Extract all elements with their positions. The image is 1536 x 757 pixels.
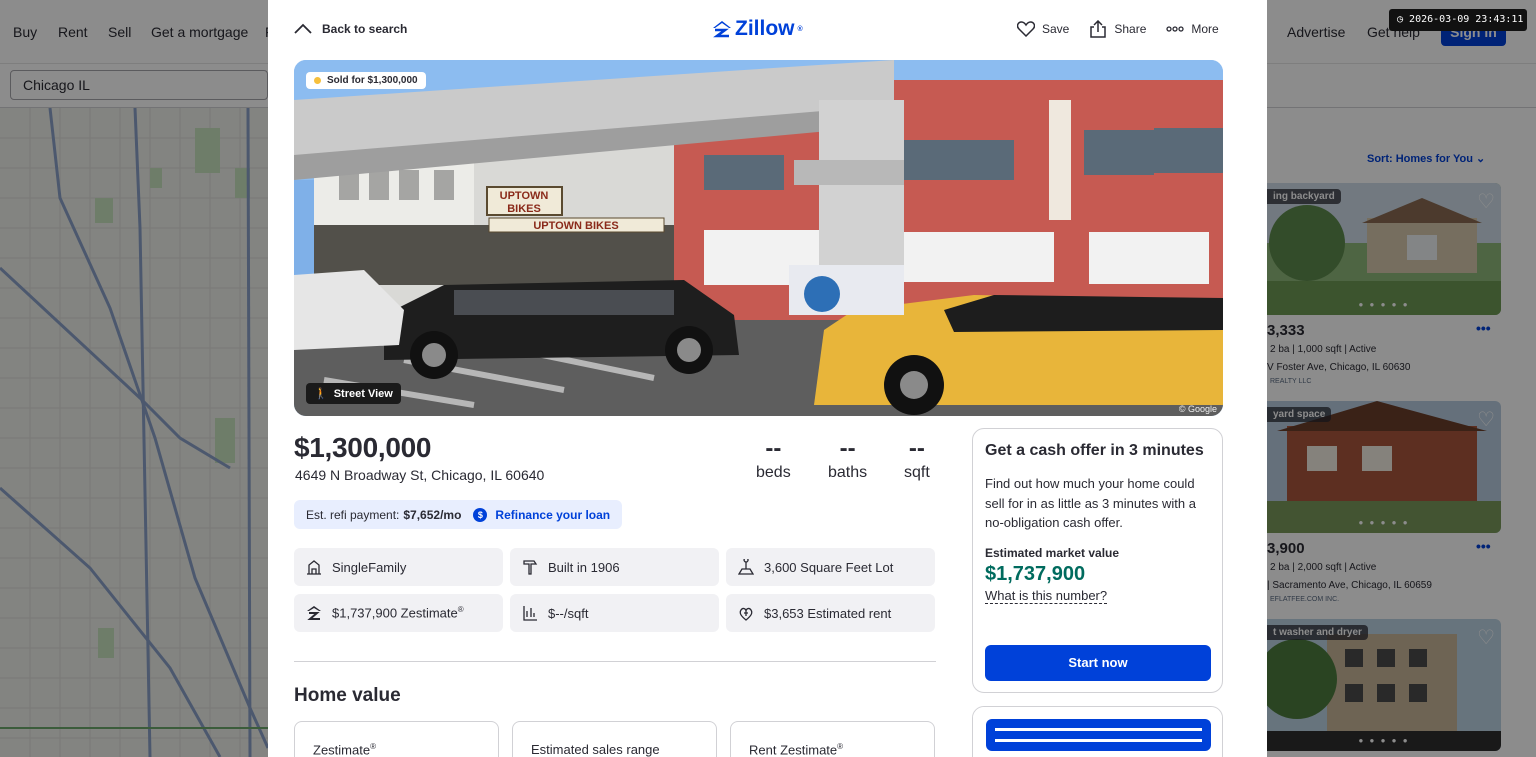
- card-label: Estimated sales range: [531, 742, 660, 757]
- dollar-icon: $: [473, 507, 488, 522]
- zestimate-text: $1,737,900 Zestimate: [332, 605, 458, 621]
- fact-rent: $3,653 Estimated rent: [726, 594, 935, 632]
- home-type-icon: [307, 560, 321, 575]
- section-divider: [294, 661, 936, 662]
- lot-icon: [738, 559, 754, 575]
- fact-built: Built in 1906: [510, 548, 719, 586]
- fact-text: $--/sqft: [548, 605, 589, 621]
- cash-offer-description: Find out how much your home could sell f…: [985, 476, 1196, 530]
- registered-mark: ®: [370, 742, 376, 751]
- fact-price-per-sqft: $--/sqft: [510, 594, 719, 632]
- beds-value: --: [765, 435, 782, 462]
- fact-text: 3,600 Square Feet Lot: [764, 559, 894, 575]
- header-actions: Save Share More: [1017, 20, 1267, 38]
- sqft-value: --: [908, 435, 925, 462]
- save-button[interactable]: Save: [1017, 21, 1069, 37]
- sales-range-card: Estimated sales range: [512, 721, 717, 757]
- pegman-icon: 🚶: [314, 388, 328, 400]
- sold-status-badge: Sold for $1,300,000: [306, 72, 426, 89]
- hammer-icon: [523, 560, 538, 575]
- status-dot-icon: [314, 77, 321, 84]
- sign-text: UPTOWN BIKES: [533, 220, 618, 232]
- zestimate-icon: [307, 606, 321, 620]
- registered-mark: ®: [837, 742, 844, 751]
- refi-banner: Est. refi payment: $7,652/mo $ Refinance…: [294, 500, 623, 529]
- registered-mark: ®: [457, 605, 464, 615]
- share-button[interactable]: Share: [1089, 20, 1146, 38]
- refi-amount: $7,652/mo: [403, 507, 462, 522]
- sign-text: BIKES: [507, 203, 541, 215]
- baths-stat: -- baths: [828, 436, 867, 482]
- street-view-label: Street View: [333, 387, 393, 400]
- rent-zestimate-card: Rent Zestimate®: [730, 721, 935, 757]
- google-credit: © Google: [1178, 404, 1217, 414]
- value-info-link[interactable]: What is this number?: [985, 588, 1108, 604]
- fact-text: Built in 1906: [548, 559, 620, 575]
- share-icon: [1090, 20, 1107, 38]
- sign-text: UPTOWN: [500, 190, 549, 202]
- baths-value: --: [839, 435, 856, 462]
- more-button[interactable]: More: [1166, 22, 1219, 36]
- share-label: Share: [1114, 22, 1147, 36]
- sold-badge-label: Sold for $1,300,000: [327, 75, 418, 86]
- property-detail-modal: Back to search Zillow ® Save Share More …: [268, 0, 1267, 757]
- sqft-label: sqft: [904, 464, 930, 481]
- refinance-link[interactable]: Refinance your loan: [495, 508, 610, 522]
- fact-text: SingleFamily: [332, 559, 407, 575]
- refi-label: Est. refi payment:: [306, 507, 400, 522]
- back-to-search-button[interactable]: Back to search: [294, 22, 407, 36]
- beds-label: beds: [756, 464, 791, 481]
- fact-home-type: SingleFamily: [294, 548, 503, 586]
- price-per-sqft-icon: [523, 606, 537, 621]
- cash-offer-title: Get a cash offer in 3 minutes: [985, 442, 1204, 459]
- promo-graphic: [973, 707, 1222, 757]
- logo-text: Zillow: [735, 17, 795, 40]
- app-root: Buy Rent Sell Get a mortgage F Advertise…: [0, 0, 1536, 757]
- save-label: Save: [1042, 22, 1070, 36]
- street-view-photo[interactable]: UPTOWN BIKES UPTOWN BIKES Sold for $1,30…: [294, 60, 1223, 416]
- heart-icon: [1017, 21, 1035, 37]
- market-value: $1,737,900: [985, 562, 1086, 585]
- zillow-logo[interactable]: Zillow ®: [712, 17, 803, 41]
- fact-text: $1,737,900 Zestimate®: [332, 605, 464, 620]
- fact-zestimate: $1,737,900 Zestimate®: [294, 594, 503, 632]
- timestamp-text: 2026-03-09 23:43:11: [1409, 14, 1524, 25]
- fact-text: $3,653 Estimated rent: [764, 605, 892, 621]
- modal-header: Back to search Zillow ® Save Share More: [268, 0, 1267, 60]
- start-now-button[interactable]: Start now: [985, 645, 1211, 681]
- trademark-mark: ®: [797, 25, 803, 33]
- beds-stat: -- beds: [756, 436, 791, 482]
- market-value-label: Estimated market value: [985, 545, 1120, 560]
- rent-icon: [739, 607, 753, 621]
- more-label: More: [1191, 22, 1219, 36]
- facts-grid: SingleFamily Built in 1906 3,600 Square …: [294, 548, 936, 632]
- card-label: Rent Zestimate: [749, 742, 838, 757]
- home-value-heading: Home value: [294, 685, 401, 706]
- sqft-stat: -- sqft: [904, 436, 930, 482]
- listing-address: 4649 N Broadway St, Chicago, IL 60640: [295, 467, 545, 483]
- listing-price: $1,300,000: [294, 432, 432, 463]
- promo-card[interactable]: [972, 706, 1223, 757]
- card-label: Zestimate: [313, 742, 371, 757]
- street-view-button[interactable]: 🚶 Street View: [306, 383, 401, 404]
- zestimate-card: Zestimate®: [294, 721, 499, 757]
- timestamp-overlay: ◷ 2026-03-09 23:43:11: [1389, 9, 1527, 31]
- street-view-image: UPTOWN BIKES UPTOWN BIKES: [294, 60, 1223, 416]
- cash-offer-card: Get a cash offer in 3 minutes Find out h…: [972, 428, 1223, 693]
- zillow-logo-icon: [713, 21, 731, 38]
- fact-lot: 3,600 Square Feet Lot: [726, 548, 935, 586]
- back-label: Back to search: [322, 22, 408, 36]
- chevron-up-icon: [294, 23, 312, 34]
- more-dots-icon: [1166, 26, 1185, 32]
- baths-label: baths: [828, 464, 868, 481]
